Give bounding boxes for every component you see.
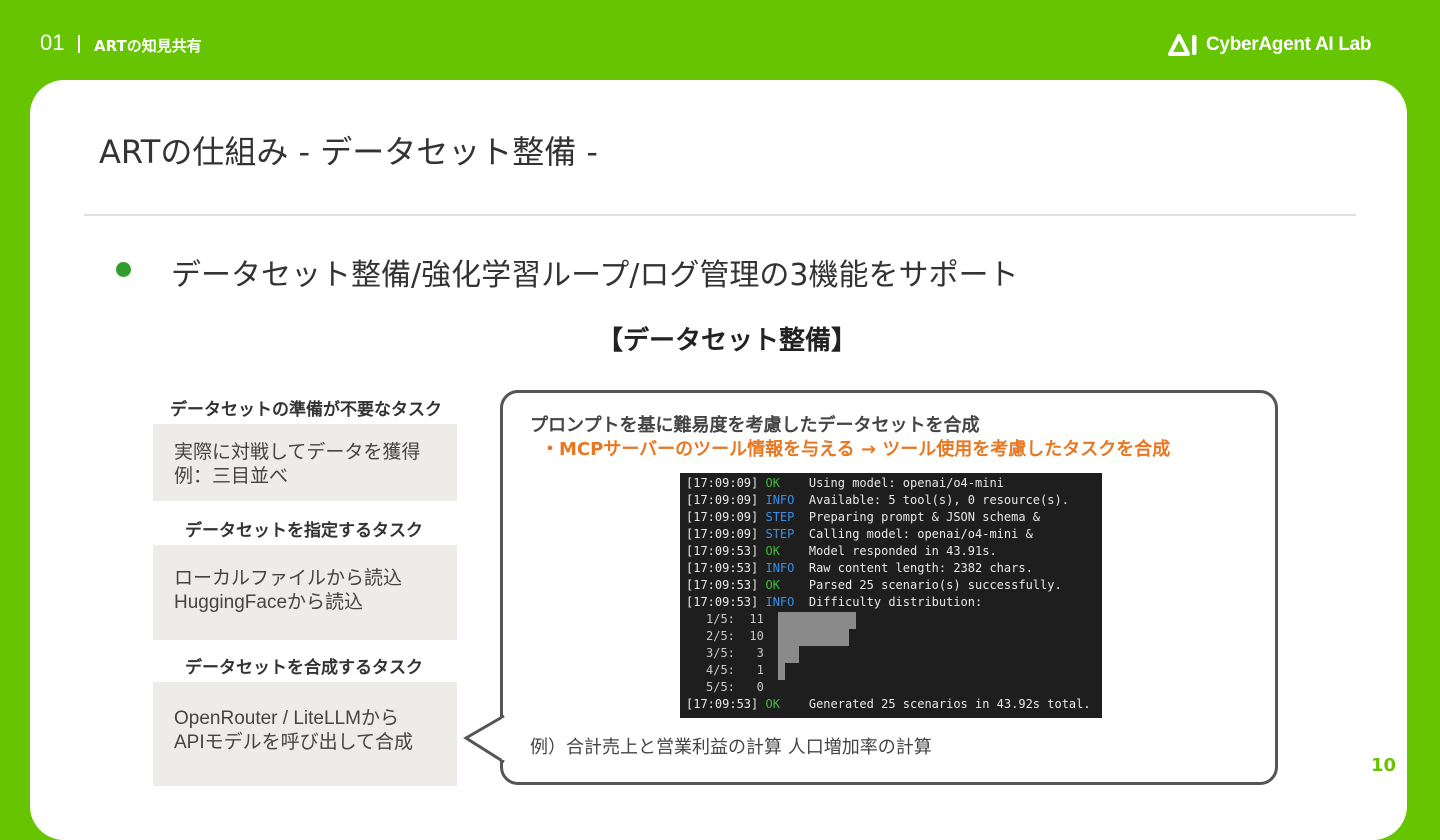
terminal-level: OK bbox=[765, 578, 809, 592]
terminal-line: [17:09:53] INFO Difficulty distribution: bbox=[686, 595, 982, 609]
section-number: 01 bbox=[40, 30, 65, 55]
histogram-label: 4/5: 1 bbox=[706, 663, 764, 677]
terminal-line: [17:09:53] OK Generated 25 scenarios in … bbox=[686, 697, 1091, 711]
terminal-level: INFO bbox=[765, 595, 809, 609]
terminal-message: Generated 25 scenarios in 43.92s total. bbox=[808, 697, 1091, 711]
histogram-bar bbox=[778, 663, 785, 680]
bullet-text: データセット整備/強化学習ループ/ログ管理の3機能をサポート bbox=[171, 258, 1019, 293]
histogram-bar bbox=[778, 646, 799, 663]
bubble-highlight: ・MCPサーバーのツール情報を与える → ツール使用を考慮したタスクを合成 bbox=[541, 439, 1171, 460]
terminal-timestamp: [17:09:09] bbox=[686, 510, 766, 524]
terminal-line: [17:09:09] STEP Preparing prompt & JSON … bbox=[686, 510, 1040, 524]
cyberagent-mark-icon bbox=[1168, 34, 1197, 56]
speech-bubble-tail bbox=[463, 714, 506, 764]
terminal-message: Difficulty distribution: bbox=[808, 595, 983, 609]
bubble-example: 例）合計売上と営業利益の計算 人口増加率の計算 bbox=[530, 737, 932, 758]
terminal-timestamp: [17:09:53] bbox=[686, 561, 766, 575]
section-title: ARTの知見共有 bbox=[94, 37, 202, 55]
histogram-bar bbox=[778, 612, 856, 629]
terminal-level: INFO bbox=[765, 561, 809, 575]
histogram-label: 2/5: 10 bbox=[706, 629, 764, 643]
terminal-timestamp: [17:09:53] bbox=[686, 544, 766, 558]
title-divider bbox=[84, 214, 1356, 216]
terminal-timestamp: [17:09:53] bbox=[686, 578, 766, 592]
task-label-synthesize-dataset: データセットを合成するタスク bbox=[185, 658, 423, 678]
task-box-specify-dataset: ローカルファイルから読込 HuggingFaceから読込 bbox=[153, 545, 457, 640]
terminal-timestamp: [17:09:09] bbox=[686, 476, 766, 490]
header-bar: 01 ARTの知見共有 CyberAgent AI Lab bbox=[0, 0, 1440, 80]
terminal-timestamp: [17:09:09] bbox=[686, 493, 766, 507]
terminal-level: OK bbox=[765, 544, 809, 558]
task-label-specify-dataset: データセットを指定するタスク bbox=[185, 521, 423, 541]
page-number: 10 bbox=[1371, 755, 1397, 776]
logo-text: CyberAgent AI Lab bbox=[1206, 34, 1372, 55]
task-box-no-dataset: 実際に対戦してデータを獲得 例：三目並べ bbox=[153, 424, 457, 501]
section-subheading: 【データセット整備】 bbox=[597, 326, 858, 356]
histogram-label: 3/5: 3 bbox=[706, 646, 764, 660]
task-box-text: OpenRouter / LiteLLMから APIモデルを呼び出して合成 bbox=[174, 708, 414, 753]
terminal-message: Model responded in 43.91s. bbox=[808, 544, 997, 558]
terminal-line: [17:09:53] OK Model responded in 43.91s. bbox=[686, 544, 997, 558]
terminal-level: STEP bbox=[765, 527, 809, 541]
terminal-screenshot: [17:09:09] OK Using model: openai/o4-min… bbox=[680, 473, 1102, 718]
terminal-level: INFO bbox=[765, 493, 809, 507]
terminal-level: OK bbox=[765, 476, 809, 490]
task-box-text: 実際に対戦してデータを獲得 例：三目並べ bbox=[174, 442, 421, 487]
terminal-line: [17:09:09] STEP Calling model: openai/o4… bbox=[686, 527, 1033, 541]
cyberagent-logo: CyberAgent AI Lab bbox=[1168, 32, 1372, 58]
terminal-level: OK bbox=[765, 697, 809, 711]
terminal-timestamp: [17:09:53] bbox=[686, 697, 766, 711]
bubble-description: プロンプトを基に難易度を考慮したデータセットを合成 bbox=[530, 415, 980, 436]
bullet-dot-icon bbox=[116, 262, 131, 277]
terminal-message: Available: 5 tool(s), 0 resource(s). bbox=[808, 493, 1069, 507]
terminal-message: Using model: openai/o4-mini bbox=[808, 476, 1004, 490]
terminal-message: Parsed 25 scenario(s) successfully. bbox=[808, 578, 1062, 592]
terminal-message: Preparing prompt & JSON schema & bbox=[808, 510, 1041, 524]
terminal-line: [17:09:09] OK Using model: openai/o4-min… bbox=[686, 476, 1004, 490]
terminal-timestamp: [17:09:09] bbox=[686, 527, 766, 541]
terminal-line: [17:09:53] OK Parsed 25 scenario(s) succ… bbox=[686, 578, 1062, 592]
histogram-label: 1/5: 11 bbox=[706, 612, 764, 626]
task-label-no-dataset: データセットの準備が不要なタスク bbox=[170, 400, 442, 420]
terminal-line: [17:09:09] INFO Available: 5 tool(s), 0 … bbox=[686, 493, 1069, 507]
terminal-timestamp: [17:09:53] bbox=[686, 595, 766, 609]
section-divider bbox=[78, 35, 80, 53]
terminal-level: STEP bbox=[765, 510, 809, 524]
terminal-message: Raw content length: 2382 chars. bbox=[808, 561, 1033, 575]
histogram-bar bbox=[778, 629, 849, 646]
task-box-synthesize-dataset: OpenRouter / LiteLLMから APIモデルを呼び出して合成 bbox=[153, 682, 457, 786]
terminal-message: Calling model: openai/o4-mini & bbox=[808, 527, 1033, 541]
terminal-line: [17:09:53] INFO Raw content length: 2382… bbox=[686, 561, 1033, 575]
histogram-label: 5/5: 0 bbox=[706, 680, 764, 694]
task-box-text: ローカルファイルから読込 HuggingFaceから読込 bbox=[174, 568, 403, 613]
page-title: ARTの仕組み - データセット整備 - bbox=[99, 133, 598, 171]
